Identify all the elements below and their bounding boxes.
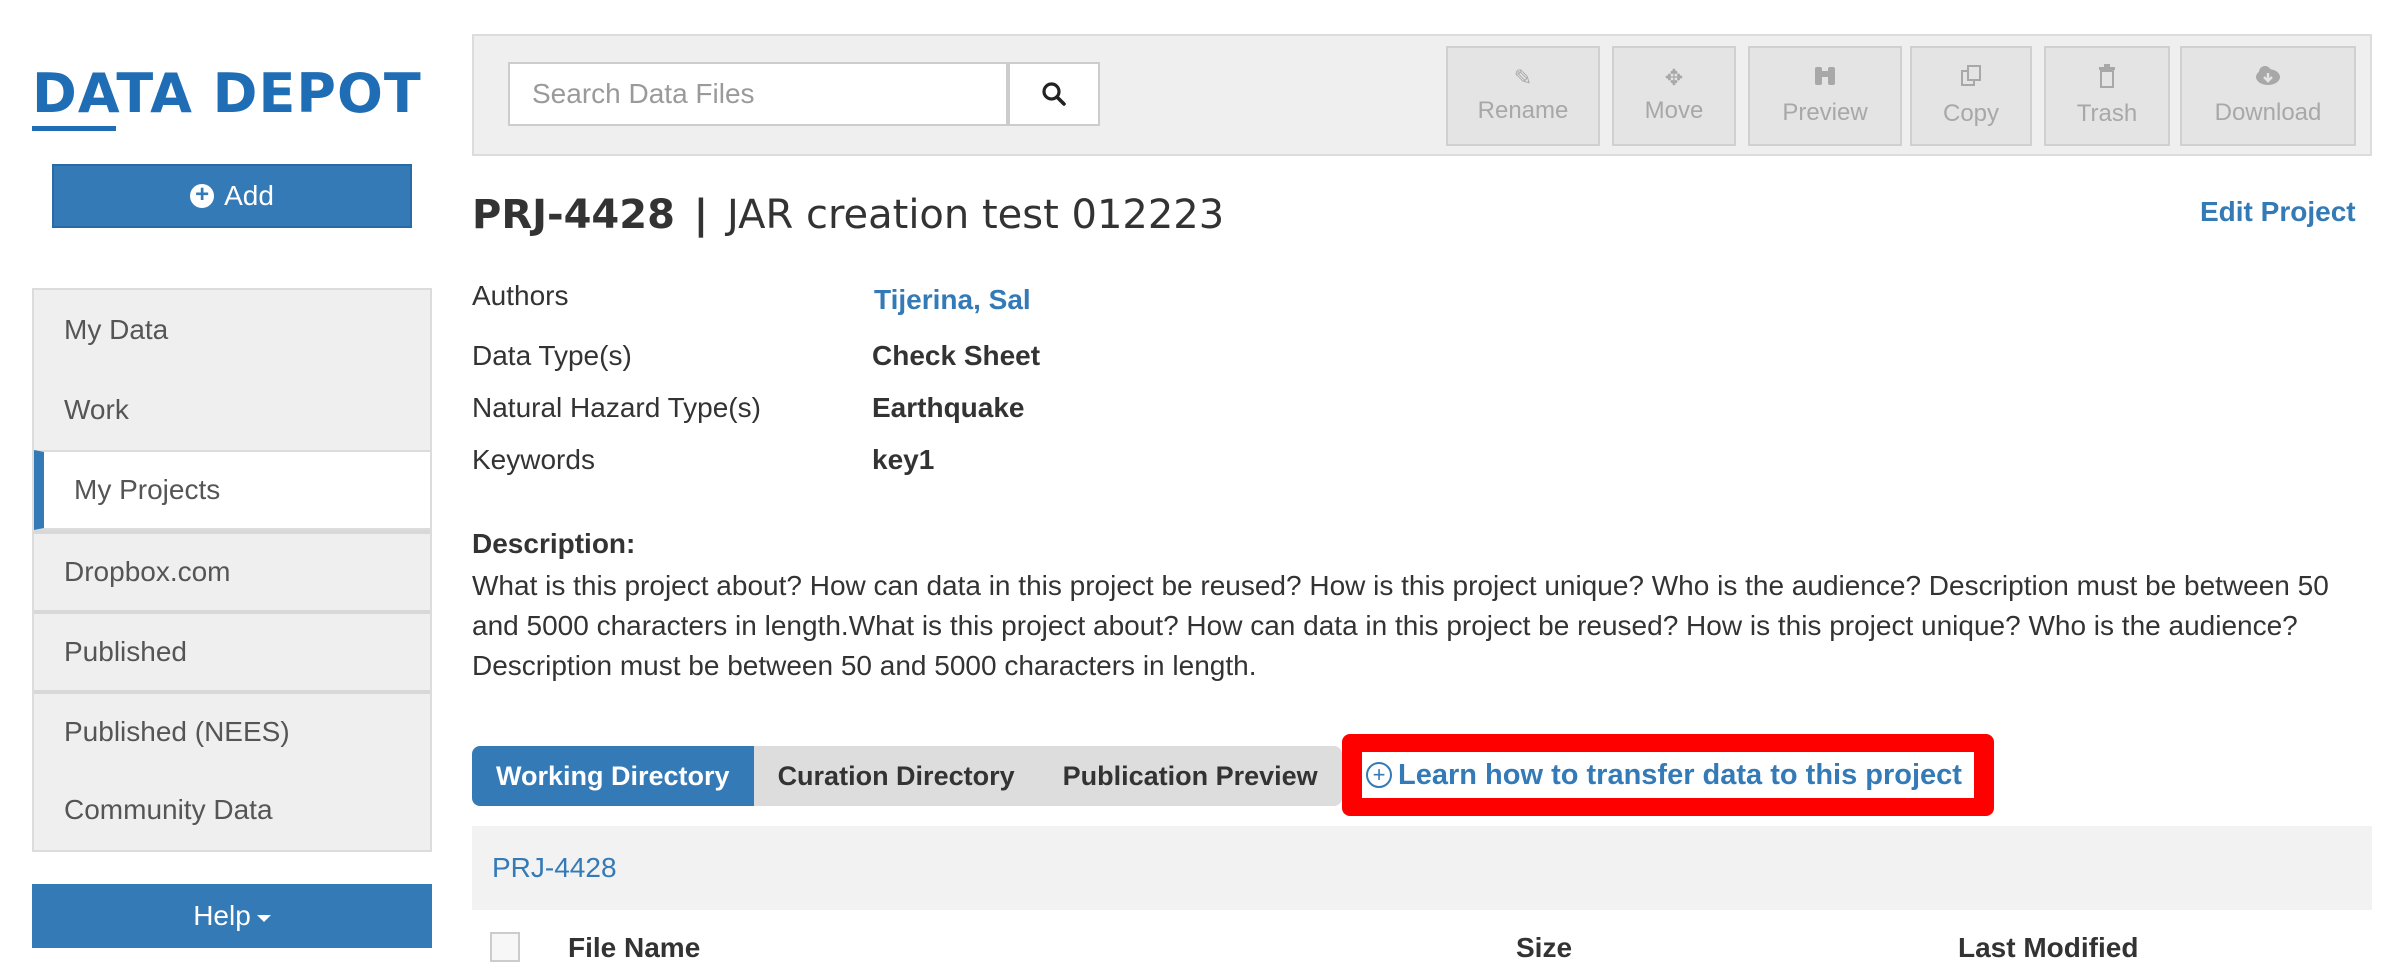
column-header-last-modified[interactable]: Last Modified	[1958, 932, 2138, 964]
data-type-label: Data Type(s)	[472, 340, 632, 371]
description-label: Description:	[472, 528, 636, 559]
search-icon	[1042, 82, 1066, 106]
sidebar-item-my-projects[interactable]: My Projects	[34, 450, 430, 530]
preview-button[interactable]: Preview	[1748, 46, 1902, 146]
description-text: What is this project about? How can data…	[472, 570, 2329, 681]
directory-tabs: Working Directory Curation Directory Pub…	[472, 746, 1342, 806]
select-all-checkbox[interactable]	[490, 932, 520, 962]
learn-transfer-label: Learn how to transfer data to this proje…	[1398, 758, 1962, 791]
caret-down-icon	[256, 914, 271, 922]
edit-project-link[interactable]: Edit Project	[2200, 196, 2356, 228]
trash-icon	[2097, 64, 2117, 92]
author-link[interactable]: Tijerina, Sal	[874, 284, 1031, 316]
move-button-label: Move	[1644, 97, 1704, 124]
data-type-value: Check Sheet	[872, 340, 1041, 371]
copy-button-label: Copy	[1942, 100, 2000, 127]
trash-button-label: Trash	[2076, 100, 2138, 127]
plus-circle-icon: +	[190, 183, 215, 208]
column-header-size[interactable]: Size	[1516, 932, 1572, 964]
copy-button[interactable]: Copy	[1910, 46, 2032, 146]
tab-curation-directory[interactable]: Curation Directory	[753, 746, 1039, 806]
breadcrumb[interactable]: PRJ-4428	[492, 852, 617, 884]
keywords-value: key1	[872, 444, 935, 475]
rename-button-label: Rename	[1477, 97, 1569, 124]
page-title: PRJ-4428 | JAR creation test 012223	[472, 192, 1224, 238]
project-id: PRJ-4428	[472, 192, 675, 238]
tab-publication-preview[interactable]: Publication Preview	[1038, 746, 1342, 806]
breadcrumb-bar	[472, 826, 2372, 910]
sidebar-item-work[interactable]: Work	[34, 370, 430, 450]
rename-button[interactable]: ✎ Rename	[1446, 46, 1600, 146]
search-input[interactable]	[508, 62, 1008, 126]
title-separator: |	[693, 192, 709, 238]
app-logo: DATA DEPOT	[32, 62, 422, 125]
authors-label: Authors	[472, 280, 569, 311]
help-button-label: Help	[193, 900, 251, 931]
learn-transfer-link[interactable]: + Learn how to transfer data to this pro…	[1362, 752, 1974, 798]
download-button[interactable]: Download	[2180, 46, 2356, 146]
move-icon: ✥	[1664, 65, 1684, 90]
sidebar-nav: My Data Work My Projects Dropbox.com Pub…	[32, 288, 432, 852]
download-button-label: Download	[2214, 99, 2322, 126]
column-header-file-name[interactable]: File Name	[568, 932, 700, 964]
sidebar-item-my-data[interactable]: My Data	[34, 290, 430, 370]
cloud-download-icon	[2254, 65, 2282, 91]
preview-button-label: Preview	[1782, 99, 1868, 126]
sidebar-item-dropbox[interactable]: Dropbox.com	[34, 530, 430, 610]
keywords-label: Keywords	[472, 444, 595, 475]
sidebar-item-published[interactable]: Published	[34, 610, 430, 690]
sidebar-item-published-nees[interactable]: Published (NEES)	[34, 690, 430, 770]
hazard-type-value: Earthquake	[872, 392, 1025, 423]
move-button[interactable]: ✥ Move	[1612, 46, 1736, 146]
help-button[interactable]: Help	[32, 884, 432, 948]
project-title: JAR creation test 012223	[726, 192, 1225, 238]
search-button[interactable]	[1008, 62, 1100, 126]
trash-button[interactable]: Trash	[2044, 46, 2170, 146]
binoculars-icon	[1812, 65, 1838, 91]
tab-working-directory[interactable]: Working Directory	[472, 746, 754, 806]
pencil-icon: ✎	[1513, 65, 1533, 90]
copy-icon	[1959, 64, 1983, 92]
plus-circle-icon: +	[1366, 762, 1392, 788]
hazard-type-label: Natural Hazard Type(s)	[472, 392, 761, 423]
logo-underline	[32, 126, 116, 131]
add-button[interactable]: + Add	[52, 164, 412, 228]
add-button-label: Add	[224, 180, 274, 211]
sidebar-item-community-data[interactable]: Community Data	[34, 770, 430, 850]
